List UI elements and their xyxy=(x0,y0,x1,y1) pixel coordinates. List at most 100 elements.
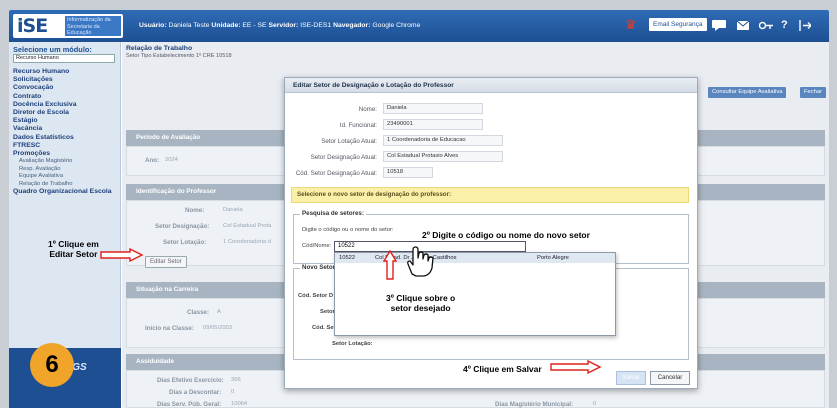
result-city: Porto Alegre xyxy=(537,255,569,261)
step1-line2: Editar Setor xyxy=(49,248,98,259)
sidebar-subitem-avaliacao[interactable]: Avaliação Magistério xyxy=(13,158,119,166)
dias-efetivo-value: 366 xyxy=(231,377,241,383)
classe-value: A xyxy=(217,309,221,315)
email-security-button[interactable]: Email Segurança xyxy=(649,18,707,31)
modal-nome-label: Nome: xyxy=(358,106,377,113)
sidebar-item-ftresc[interactable]: FTRESC xyxy=(13,142,119,150)
modal-nome-value: Daniela xyxy=(383,103,483,114)
selecione-hint: Selecione o novo setor de designação do … xyxy=(291,187,689,203)
cancelar-button[interactable]: Cancelar xyxy=(650,371,690,385)
sidebar-subitem-equipe[interactable]: Equipe Avaliativa xyxy=(13,173,119,181)
step-number-badge: 6 xyxy=(30,343,74,387)
step2-annotation: 2º Digite o código ou nome do novo setor xyxy=(422,230,590,240)
module-title: Selecione um módulo: xyxy=(13,45,92,54)
step3-arrow-icon xyxy=(383,250,397,280)
user-value: Daniela Teste xyxy=(168,22,210,29)
user-label: Usuário: xyxy=(139,22,167,29)
novo-lotacao-label: Setor Lotação: xyxy=(332,341,373,347)
browser-label: Navegador: xyxy=(333,22,371,29)
module-select[interactable]: Recurso Humano xyxy=(13,54,115,63)
ano-value: 2024 xyxy=(165,157,178,163)
sidebar-subitem-relacao[interactable]: Relação de Trabalho xyxy=(13,181,119,189)
setor-lotacao-value: 1 Coordenadoria d xyxy=(223,239,272,245)
dias-descontar-label: Dias a Descontar: xyxy=(169,389,222,396)
step1-annotation: 1º Clique em Editar Setor xyxy=(48,239,99,259)
logout-icon[interactable] xyxy=(799,20,811,31)
screenshot-frame: iSE Informatização da Secretaria da Educ… xyxy=(0,0,837,408)
unit-value: EE - SE xyxy=(242,22,267,29)
modal-designacao-label: Setor Designação Atual: xyxy=(310,154,377,161)
modal-designacao-value: Col Estadual Protasio Alves xyxy=(383,151,503,162)
breadcrumb: Relação de Trabalho xyxy=(126,45,193,52)
salvar-button[interactable]: Salvar xyxy=(616,371,646,385)
sidebar-item-convocacao[interactable]: Convocação xyxy=(13,84,119,92)
hand-cursor-icon xyxy=(407,246,434,277)
breadcrumb-sub: Setor Tipo Estabelecimento 1º CRE 10518 xyxy=(126,53,232,59)
fechar-button[interactable]: Fechar xyxy=(800,87,827,98)
modal-cod-label: Cód. Setor Designação Atual: xyxy=(295,170,377,177)
dias-magisterio-label: Dias Magistério Municipal: xyxy=(495,401,574,408)
sidebar-item-promocoes[interactable]: Promoções xyxy=(13,150,119,158)
top-bar: iSE Informatização da Secretaria da Educ… xyxy=(9,10,829,42)
dias-serv-value: 10064 xyxy=(231,401,248,407)
help-icon[interactable]: ? xyxy=(781,18,788,32)
setor-results-dropdown: 10522 Col Estad. Dr Julio de Castilhos P… xyxy=(334,252,616,336)
step4-arrow-icon xyxy=(550,360,602,374)
modal-lotacao-label: Setor Lotação Atual: xyxy=(321,138,377,145)
novo-cod-label: Cód. Setor D xyxy=(298,293,334,299)
logo-mark: iSE xyxy=(17,15,48,37)
step4-annotation: 4º Clique em Salvar xyxy=(463,364,542,374)
cod-nome-label: Cód/Nome: xyxy=(302,243,332,249)
nome-value: Daniela xyxy=(223,207,243,213)
sidebar-item-solicitacoes[interactable]: Solicitações xyxy=(13,76,119,84)
inicio-classe-label: Início na Classe: xyxy=(145,325,194,332)
consultar-equipe-button[interactable]: Consultar Equipe Avaliativa xyxy=(708,87,787,98)
sidebar-item-dados[interactable]: Dados Estatísticos xyxy=(13,134,119,142)
result-code: 10522 xyxy=(339,255,356,261)
sidebar-item-estagio[interactable]: Estágio xyxy=(13,117,119,125)
sidebar-item-vacancia[interactable]: Vacância xyxy=(13,125,119,133)
logo-text: Informatização da Secretaria da Educação xyxy=(65,16,121,36)
sidebar-item-docencia[interactable]: Docência Exclusiva xyxy=(13,101,119,109)
dialog-title: Editar Setor de Designação e Lotação do … xyxy=(285,78,697,93)
sidebar-menu: Recurso Humano Solicitações Convocação C… xyxy=(13,68,119,196)
pesquisa-help: Digite o código ou o nome do setor: xyxy=(302,227,394,233)
mail-icon[interactable] xyxy=(737,21,749,30)
sidebar-item-recurso-humano[interactable]: Recurso Humano xyxy=(13,68,119,76)
modal-cod-value: 10518 xyxy=(383,167,433,178)
modal-lotacao-value: 1 Coordenadoria de Educacao xyxy=(383,135,503,146)
sidebar-item-diretor[interactable]: Diretor de Escola xyxy=(13,109,119,117)
dias-efetivo-label: Dias Efetivo Exercício: xyxy=(157,377,224,384)
session-info: Usuário: Daniela Teste Unidade: EE - SE … xyxy=(139,22,420,29)
editar-setor-button[interactable]: Editar Setor xyxy=(145,256,187,268)
nome-label: Nome: xyxy=(185,207,205,214)
alert-gift-icon[interactable]: ♛ xyxy=(625,18,637,32)
sidebar-item-contrato[interactable]: Contrato xyxy=(13,93,119,101)
dias-magisterio-value: 0 xyxy=(593,401,597,407)
sidebar-item-quadro[interactable]: Quadro Organizacional Escola xyxy=(13,188,119,196)
setor-designacao-value: Col Estadual Prota xyxy=(223,223,272,229)
dias-descontar-value: 0 xyxy=(231,389,235,395)
modal-id-label: Id. Funcional: xyxy=(339,122,377,129)
sidebar-subitem-resp-avaliacao[interactable]: Resp. Avaliação xyxy=(13,166,119,174)
server-label: Servidor: xyxy=(268,22,299,29)
ano-label: Ano: xyxy=(145,157,160,164)
key-icon[interactable] xyxy=(759,21,773,30)
setor-result-row[interactable]: 10522 Col Estad. Dr Julio de Castilhos P… xyxy=(335,253,615,263)
classe-label: Classe: xyxy=(187,309,210,316)
setor-lotacao-label: Setor Lotação: xyxy=(163,239,207,246)
modal-id-value: 23490001 xyxy=(383,119,483,130)
app-window: iSE Informatização da Secretaria da Educ… xyxy=(9,10,829,408)
chat-icon[interactable] xyxy=(712,20,726,31)
inicio-classe-value: 09/05/2003 xyxy=(203,325,233,331)
novo-setlot-label: Cód. Set xyxy=(312,325,336,331)
server-value: ISE-DES1 xyxy=(300,22,332,29)
pesquisa-legend: Pesquisa de setores: xyxy=(300,210,366,217)
dias-serv-label: Dias Serv. Púb. Geral: xyxy=(157,401,222,408)
setor-designacao-label: Setor Designação: xyxy=(155,223,210,230)
ise-logo: iSE Informatização da Secretaria da Educ… xyxy=(13,14,123,38)
step3-line2: setor desejado xyxy=(390,302,451,313)
browser-value: Google Chrome xyxy=(372,22,421,29)
step3-annotation: 3º Clique sobre o setor desejado xyxy=(386,293,455,313)
step1-arrow-icon xyxy=(100,248,144,262)
